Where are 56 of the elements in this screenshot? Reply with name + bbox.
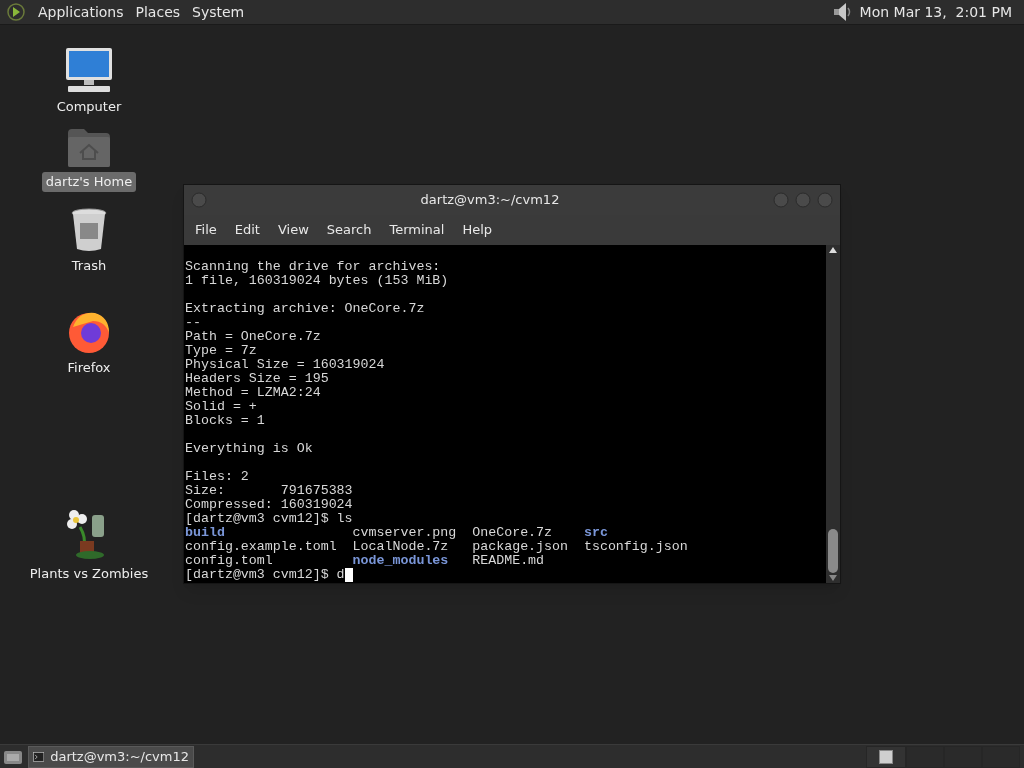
- terminal-icon: [33, 749, 45, 764]
- directory-name: node_modules: [352, 553, 449, 568]
- output-line: 1 file, 160319024 bytes (153 MiB): [185, 274, 450, 288]
- prompt-line: [dartz@vm3 cvm12]$ d: [185, 568, 345, 582]
- icon-label[interactable]: Plants vs Zombies: [25, 564, 153, 584]
- file-name: LocalNode.7z: [352, 539, 449, 554]
- directory-name: build: [185, 525, 225, 540]
- icon-label[interactable]: Trash: [67, 256, 111, 276]
- icon-label[interactable]: Computer: [52, 97, 126, 117]
- panel-menu[interactable]: System: [186, 1, 251, 23]
- output-line: Size: 791675383: [185, 484, 354, 498]
- output-line: Files: 2: [185, 470, 250, 484]
- output-line: Blocks = 1: [185, 414, 266, 428]
- output-line: Physical Size = 160319024: [185, 358, 386, 372]
- file-name: OneCore.7z: [472, 525, 553, 540]
- output-line: Path = OneCore.7z: [185, 330, 322, 344]
- trash-icon: [69, 207, 109, 253]
- menu-item[interactable]: Edit: [225, 220, 269, 240]
- file-name: tsconfig.json: [583, 539, 688, 554]
- menu-item[interactable]: Help: [453, 220, 502, 240]
- output-line: Solid = +: [185, 400, 258, 414]
- menu-item[interactable]: View: [268, 220, 318, 240]
- scroll-thumb[interactable]: [828, 529, 838, 573]
- file-name: cvmserver.png: [352, 525, 457, 540]
- output-line: Scanning the drive for archives:: [185, 260, 442, 274]
- output-line: Type = 7z: [185, 344, 258, 358]
- output-line: Method = LZMA2:24: [185, 386, 322, 400]
- cursor: [344, 568, 353, 582]
- menu-item[interactable]: File: [186, 220, 226, 240]
- monitor-icon: [64, 46, 114, 94]
- scroll-up-icon[interactable]: [829, 247, 837, 253]
- output-line: --: [185, 316, 202, 330]
- home-folder-icon: [66, 127, 112, 169]
- file-name: package.json: [472, 539, 568, 554]
- output-line: Everything is Ok: [185, 442, 314, 456]
- output-line: Compressed: 160319024: [185, 498, 354, 512]
- output-line: Headers Size = 195: [185, 372, 330, 386]
- menu-item[interactable]: Search: [317, 220, 381, 240]
- icon-label[interactable]: Firefox: [63, 358, 115, 378]
- output-line: [dartz@vm3 cvm12]$ ls: [185, 512, 354, 526]
- menu-item[interactable]: Terminal: [380, 220, 454, 240]
- scroll-down-icon[interactable]: [829, 575, 837, 581]
- taskbar-button[interactable]: dartz@vm3:~/cvm12: [28, 745, 194, 768]
- icon-label[interactable]: dartz's Home: [41, 172, 137, 192]
- window-title: dartz@vm3:~/cvm12: [419, 191, 561, 210]
- panel-menu[interactable]: Applications: [32, 1, 130, 23]
- file-name: config.example.toml: [185, 539, 337, 554]
- clock[interactable]: Mon Mar 13, 2:01 PM: [859, 1, 1018, 23]
- workspace[interactable]: [866, 745, 906, 768]
- scrollbar[interactable]: [826, 245, 840, 583]
- directory-name: src: [583, 525, 608, 540]
- app-menu-icon[interactable]: [6, 2, 26, 22]
- panel-menu[interactable]: Places: [129, 1, 187, 23]
- file-name: config.toml: [185, 553, 273, 568]
- output-line: Extracting archive: OneCore.7z: [185, 302, 426, 316]
- file-name: README.md: [472, 553, 545, 568]
